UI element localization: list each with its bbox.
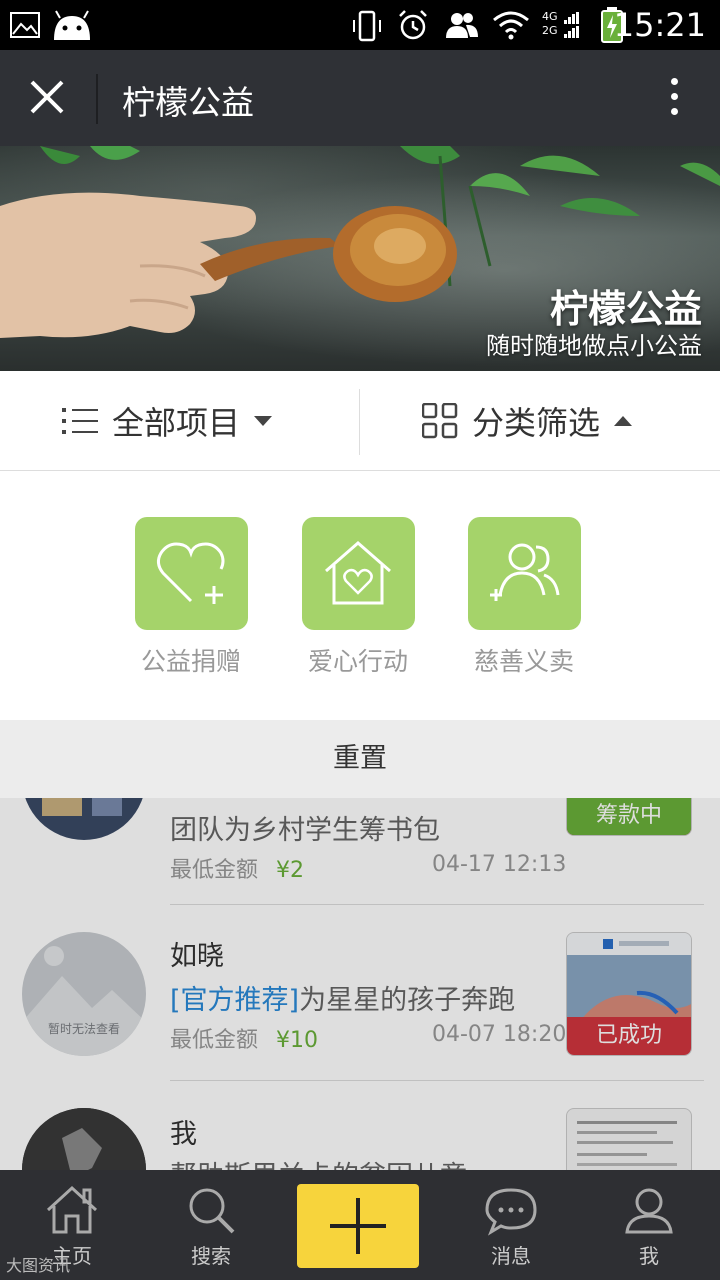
android-icon [54, 10, 90, 40]
network-4g-label: 4G [542, 10, 558, 23]
category-donation-tile [134, 517, 248, 630]
house-heart-icon [324, 541, 391, 605]
list-item[interactable]: 暂时无法查看 如晓 [官方推荐]为星星的孩子奔跑 最低金额 ¥10 04-07 1… [0, 906, 720, 1082]
all-projects-dropdown[interactable]: 全部项目 [62, 371, 273, 471]
project-thumbnail: 筹款中 [566, 798, 692, 836]
project-author: 如晓 [170, 941, 224, 972]
status-bar: 4G 2G 15:21 [0, 0, 720, 50]
project-time: 04-07 18:20 [432, 1022, 567, 1047]
banner-subtitle: 随时随地做点小公益 [486, 332, 702, 360]
project-list: 团队为乡村学生筹书包 最低金额 ¥2 04-17 12:13 筹款中 暂时无法查看… [0, 798, 720, 1170]
min-amount-value: ¥10 [276, 1028, 319, 1053]
list-divider [170, 904, 704, 905]
project-description: 帮助斯里兰卡的贫困儿童 [170, 1154, 467, 1170]
status-time: 15:21 [613, 6, 706, 44]
chat-bubble-icon [485, 1188, 537, 1236]
nav-search[interactable]: 搜索 [151, 1170, 271, 1280]
avatar [22, 798, 146, 840]
nav-messages[interactable]: 消息 [451, 1170, 571, 1280]
project-time: 04-17 12:13 [432, 852, 567, 877]
signal-icon [564, 12, 579, 38]
min-amount-row: 最低金额 ¥10 [170, 1022, 318, 1054]
banner-image[interactable]: 柠檬公益 随时随地做点小公益 [0, 146, 720, 371]
gallery-icon [10, 12, 40, 38]
min-amount-row: 最低金额 ¥2 [170, 852, 304, 884]
plus-icon [330, 1198, 386, 1254]
all-projects-label: 全部项目 [112, 404, 241, 442]
project-description: 团队为乡村学生筹书包 [170, 815, 440, 846]
banner-title: 柠檬公益 [549, 287, 702, 331]
category-donation-label: 公益捐赠 [140, 647, 241, 676]
min-amount-value: ¥2 [276, 858, 305, 883]
grid-icon [422, 403, 458, 439]
title-bar: 柠檬公益 [0, 50, 720, 146]
category-panel: 公益捐赠 爱心行动 慈善义卖 [0, 472, 720, 720]
min-amount-label: 最低金额 [170, 1028, 259, 1053]
min-amount-label: 最低金额 [170, 858, 259, 883]
search-icon [189, 1188, 235, 1234]
home-icon [46, 1185, 98, 1234]
reset-button[interactable]: 重置 [0, 720, 720, 798]
heart-plus-icon [156, 542, 224, 604]
category-charity-sale[interactable]: 慈善义卖 [454, 517, 594, 678]
title-divider [96, 74, 98, 124]
category-love-action-label: 爱心行动 [307, 647, 408, 676]
list-icon [62, 408, 98, 434]
list-item[interactable]: 我 帮助斯里兰卡的贫困儿童 [0, 1082, 720, 1170]
filter-bar: 全部项目 分类筛选 [0, 371, 720, 471]
watermark: 大图资讯 [6, 1256, 71, 1275]
list-item[interactable]: 团队为乡村学生筹书包 最低金额 ¥2 04-17 12:13 筹款中 [0, 798, 720, 908]
category-love-action[interactable]: 爱心行动 [288, 517, 428, 678]
avatar: 暂时无法查看 [22, 932, 146, 1056]
network-indicator: 4G 2G [542, 10, 582, 40]
status-badge: 筹款中 [567, 798, 691, 835]
nav-me-label: 我 [639, 1244, 659, 1268]
nav-me[interactable]: 我 [589, 1170, 709, 1280]
official-recommend-tag: [官方推荐] [170, 985, 300, 1016]
project-description: [官方推荐]为星星的孩子奔跑 [170, 978, 515, 1017]
people-plus-icon [489, 543, 559, 601]
chevron-down-icon [254, 416, 273, 426]
add-button[interactable] [297, 1184, 419, 1268]
project-thumbnail: 已成功 [566, 932, 692, 1056]
wifi-icon [493, 11, 529, 40]
category-charity-sale-tile [467, 517, 581, 630]
project-title: 为星星的孩子奔跑 [299, 985, 516, 1016]
app-screen: 4G 2G 15:21 柠檬公益 柠檬公益 随时随地做点小公益 全部项目 分类筛… [0, 0, 720, 1280]
category-charity-sale-label: 慈善义卖 [473, 647, 574, 676]
status-badge: 已成功 [567, 1017, 691, 1055]
category-filter-dropdown[interactable]: 分类筛选 [422, 371, 633, 471]
close-icon[interactable] [20, 72, 76, 124]
nav-messages-label: 消息 [491, 1244, 531, 1268]
more-menu-icon[interactable] [666, 78, 682, 122]
category-love-action-tile [301, 517, 415, 630]
category-donation[interactable]: 公益捐赠 [121, 517, 261, 678]
nav-search-label: 搜索 [191, 1244, 231, 1268]
vibrate-icon [353, 10, 381, 42]
contacts-icon [446, 13, 478, 38]
bottom-nav: 主页 搜索 消息 我 [0, 1170, 720, 1280]
alarm-icon [399, 10, 427, 40]
user-icon [625, 1188, 673, 1234]
chevron-up-icon [614, 416, 633, 426]
project-author: 我 [170, 1119, 197, 1150]
filter-divider [359, 389, 360, 455]
list-divider [170, 1080, 704, 1081]
category-filter-label: 分类筛选 [472, 404, 601, 442]
network-2g-label: 2G [542, 24, 558, 37]
avatar-unavailable-text: 暂时无法查看 [47, 1022, 120, 1036]
page-title: 柠檬公益 [122, 83, 254, 122]
avatar [22, 1108, 146, 1170]
project-thumbnail [566, 1108, 692, 1170]
